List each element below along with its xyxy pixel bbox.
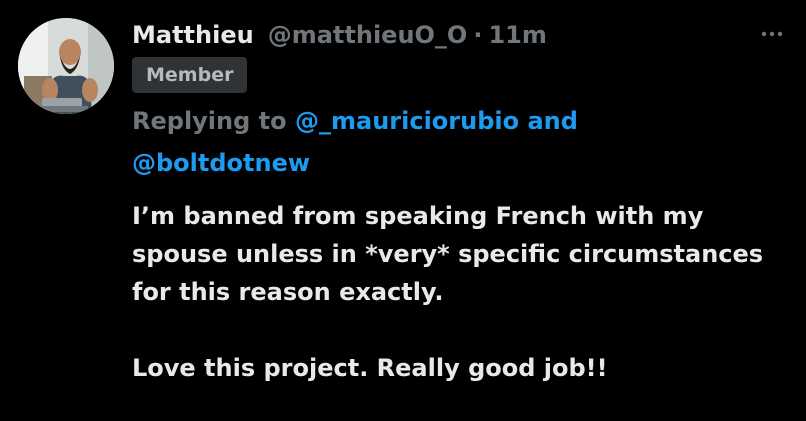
tweet-paragraph: I’m banned from speaking French with my … <box>132 202 764 306</box>
member-badge-label: Member <box>146 64 234 86</box>
replying-to-label: Replying to <box>132 107 287 135</box>
author-name[interactable]: Matthieu <box>132 21 254 49</box>
author-handle[interactable]: @matthieuO_O <box>268 21 468 49</box>
member-badge: Member <box>132 57 248 93</box>
replying-to: Replying to @_mauriciorubio and @boltdot… <box>132 100 732 184</box>
mention-joiner[interactable]: and <box>527 107 577 135</box>
mention-link-boltdotnew[interactable]: @boltdotnew <box>132 149 310 177</box>
mention-link-mauriciorubio[interactable]: @_mauriciorubio <box>295 107 519 135</box>
separator-dot: · <box>473 21 483 49</box>
more-horizontal-icon[interactable] <box>760 22 784 42</box>
tweet-header: Matthieu @matthieuO_O · 11m <box>132 14 547 56</box>
tweet-body: I’m banned from speaking French with my … <box>132 197 797 387</box>
avatar-image <box>18 18 114 114</box>
timestamp[interactable]: 11m <box>488 21 546 49</box>
tweet-paragraph: Love this project. Really good job!! <box>132 354 608 382</box>
avatar[interactable] <box>18 18 114 114</box>
